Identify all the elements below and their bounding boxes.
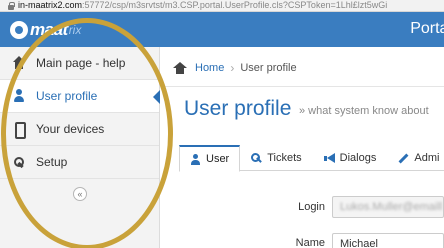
sidebar-item-label: Setup	[36, 155, 68, 169]
home-icon	[12, 56, 26, 70]
sidebar-item-your-devices[interactable]: Your devices	[0, 113, 159, 146]
tab-label: Dialogs	[339, 152, 377, 164]
gear-icon	[12, 155, 26, 169]
sidebar-collapse-button[interactable]: «	[73, 187, 87, 201]
sidebar-item-label: User profile	[36, 89, 98, 103]
main-content: Home › User profile User profile » what …	[161, 47, 444, 248]
breadcrumb: Home › User profile	[173, 61, 297, 75]
user-icon	[190, 153, 201, 165]
tab-user[interactable]: User	[179, 145, 241, 172]
divider	[161, 86, 444, 87]
breadcrumb-current: User profile	[240, 62, 297, 74]
tab-tickets[interactable]: Tickets	[240, 145, 312, 171]
breadcrumb-separator: ›	[230, 61, 235, 75]
page-subtitle: » what system know about	[299, 105, 429, 117]
top-bar: maat rix Portal	[0, 12, 444, 47]
name-value: Michael	[340, 238, 378, 248]
login-field[interactable]: Lukos.Muller@emaill	[332, 196, 444, 218]
tab-label: Tickets	[267, 152, 302, 164]
address-bar[interactable]: in-maatrix2.com:57772/csp/m3srvtst/m3.CS…	[0, 0, 444, 12]
sidebar-item-main-page[interactable]: Main page - help	[0, 47, 159, 80]
breadcrumb-home-link[interactable]: Home	[195, 62, 224, 74]
tab-label: User	[206, 153, 230, 165]
sidebar-item-label: Main page - help	[36, 56, 126, 70]
logo-suffix: rix	[68, 23, 82, 37]
tab-label: Admi	[414, 152, 440, 164]
sidebar-item-label: Your devices	[36, 122, 105, 136]
login-label: Login	[298, 201, 325, 213]
mobile-icon	[12, 122, 26, 139]
sidebar-item-user-profile[interactable]: User profile	[0, 80, 160, 113]
bullhorn-icon	[323, 152, 335, 164]
logo[interactable]: maat rix	[10, 20, 81, 40]
login-value: Lukos.Muller@emaill	[340, 201, 443, 213]
name-field[interactable]: Michael	[332, 233, 444, 248]
user-icon	[12, 89, 26, 103]
sidebar: Main page - help User profile Your devic…	[0, 47, 160, 248]
name-label: Name	[295, 237, 325, 248]
profile-tabs: User Tickets Dialogs Admi	[179, 145, 444, 172]
home-icon	[173, 62, 187, 74]
url-host: in-maatrix2.com	[18, 0, 83, 10]
tab-dialogs[interactable]: Dialogs	[313, 145, 388, 171]
logo-text: maat	[30, 20, 68, 39]
page-title: User profile	[184, 97, 292, 120]
tab-admin[interactable]: Admi	[387, 145, 444, 171]
key-icon	[251, 152, 262, 164]
wrench-icon	[398, 153, 409, 164]
sidebar-item-setup[interactable]: Setup	[0, 146, 159, 179]
lock-icon	[7, 2, 15, 10]
url-path: :57772/csp/m3srvtst/m3.CSP.portal.UserPr…	[82, 0, 388, 10]
portal-title: Portal	[410, 20, 444, 37]
logo-icon	[10, 21, 28, 39]
